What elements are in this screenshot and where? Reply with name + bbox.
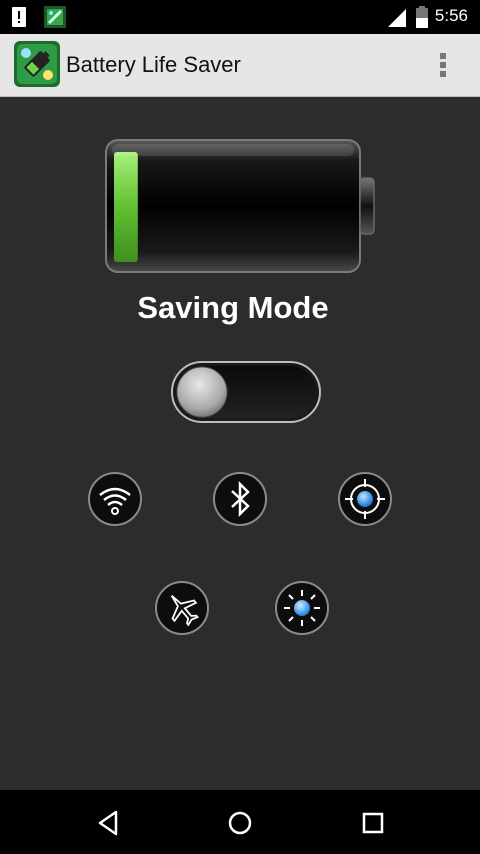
- overflow-menu-icon[interactable]: [436, 50, 450, 82]
- status-time: 5:56: [434, 6, 468, 25]
- battery-charge-fill: [114, 152, 138, 262]
- back-icon[interactable]: [91, 806, 125, 840]
- brightness-icon[interactable]: [274, 580, 330, 636]
- toggle-knob[interactable]: [176, 366, 228, 418]
- action-bar: Battery Life Saver: [0, 34, 480, 97]
- home-icon[interactable]: [223, 806, 257, 840]
- recents-icon[interactable]: [356, 806, 390, 840]
- app-notification-icon: [44, 6, 66, 28]
- saving-mode-label: Saving Mode: [137, 290, 329, 325]
- status-bar: 5:56: [0, 0, 480, 34]
- battery-level-graphic: [105, 139, 375, 273]
- bluetooth-icon[interactable]: [212, 471, 268, 527]
- alert-icon: [12, 7, 26, 27]
- battery-status-icon: [416, 6, 428, 28]
- wifi-icon[interactable]: [87, 471, 143, 527]
- navigation-bar: [0, 790, 480, 854]
- gps-icon[interactable]: [337, 471, 393, 527]
- saving-mode-toggle[interactable]: [171, 361, 321, 423]
- battery-app-logo-icon: [14, 41, 60, 87]
- app-title: Battery Life Saver: [66, 52, 241, 77]
- airplane-icon[interactable]: [154, 580, 210, 636]
- signal-icon: [388, 9, 406, 27]
